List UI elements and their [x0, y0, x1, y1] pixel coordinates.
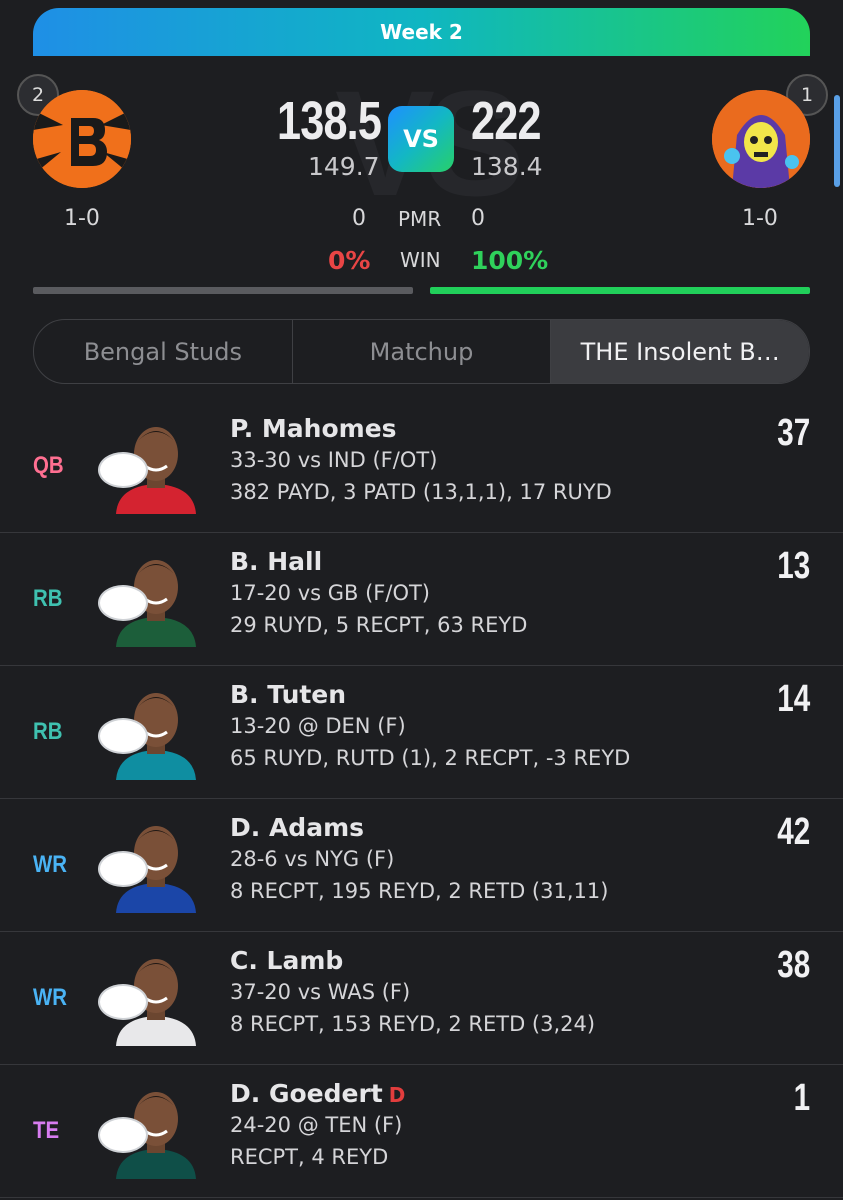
player-name[interactable]: D. Goedert — [230, 1079, 383, 1108]
player-game-result: 17-20 vs GB (F/OT) — [230, 581, 430, 605]
right-team-rank: 1 — [800, 84, 814, 106]
week-label: Week 2 — [380, 20, 463, 44]
player-row[interactable]: QB P. Mahomes 33-30 vs IND (F/OT) 382 PAYD,… — [0, 400, 843, 533]
tab-bengal-studs[interactable]: Bengal Studs — [34, 320, 293, 383]
skeletor-avatar-icon — [712, 90, 810, 188]
player-game-result: 24-20 @ TEN (F) — [230, 1113, 403, 1137]
left-team-projected: 149.7 — [308, 152, 380, 181]
team-tabs: Bengal Studs Matchup THE Insolent B… — [33, 319, 810, 384]
scroll-indicator[interactable] — [834, 95, 840, 187]
player-headshot[interactable] — [98, 680, 214, 780]
left-team-pmr: 0 — [352, 206, 366, 231]
player-stat-line: 8 RECPT, 153 REYD, 2 RETD (3,24) — [230, 1012, 596, 1036]
player-game-result: 28-6 vs NYG (F) — [230, 847, 395, 871]
player-name[interactable]: B. Hall — [230, 547, 322, 576]
player-stat-line: 8 RECPT, 195 REYD, 2 RETD (31,11) — [230, 879, 609, 903]
player-name[interactable]: C. Lamb — [230, 946, 343, 975]
bengals-logo-icon — [33, 90, 131, 188]
injury-status-badge: D — [388, 1083, 406, 1107]
jaguars-logo-icon — [98, 718, 148, 754]
right-team-pmr: 0 — [471, 206, 485, 231]
week-banner: Week 2 — [33, 8, 810, 56]
player-name-line[interactable]: D. Goedert D — [230, 1079, 405, 1108]
pmr-label: PMR — [398, 207, 442, 231]
position-label: WR — [33, 984, 67, 1011]
player-points: 14 — [777, 678, 810, 720]
player-stat-line: RECPT, 4 REYD — [230, 1145, 389, 1169]
player-name-line[interactable]: B. Tuten — [230, 680, 346, 709]
player-row[interactable]: TE D. Goedert D 24-20 @ TEN (F) RECPT, 4 REY… — [0, 1065, 843, 1198]
player-name-line[interactable]: C. Lamb — [230, 946, 343, 975]
player-game-result: 13-20 @ DEN (F) — [230, 714, 406, 738]
eagles-logo-icon — [98, 1117, 148, 1153]
player-name-line[interactable]: B. Hall — [230, 547, 322, 576]
player-game-result: 37-20 vs WAS (F) — [230, 980, 411, 1004]
player-name-line[interactable]: P. Mahomes — [230, 414, 397, 443]
position-label: RB — [33, 585, 63, 612]
player-name[interactable]: P. Mahomes — [230, 414, 397, 443]
left-team-rank: 2 — [31, 84, 45, 106]
right-team-score: 222 — [471, 91, 541, 151]
left-team-avatar[interactable] — [33, 90, 131, 188]
chiefs-logo-icon — [98, 452, 148, 488]
right-team-projected: 138.4 — [471, 152, 543, 181]
player-row[interactable]: WR C. Lamb 37-20 vs WAS (F) 8 RECPT, 153 RE… — [0, 932, 843, 1065]
player-headshot[interactable] — [98, 547, 214, 647]
left-team-win-pct: 0% — [328, 246, 371, 275]
right-win-bar — [430, 287, 810, 294]
player-points: 13 — [777, 545, 810, 587]
right-team-record: 1-0 — [742, 206, 778, 231]
player-name[interactable]: B. Tuten — [230, 680, 346, 709]
right-team-avatar[interactable] — [712, 90, 810, 188]
tab-insolent[interactable]: THE Insolent B… — [551, 320, 809, 383]
win-label: WIN — [400, 248, 441, 272]
player-headshot[interactable] — [98, 414, 214, 514]
player-game-result: 33-30 vs IND (F/OT) — [230, 448, 438, 472]
rams-logo-icon — [98, 851, 148, 887]
player-points: 38 — [777, 944, 810, 986]
player-headshot[interactable] — [98, 813, 214, 913]
player-name[interactable]: D. Adams — [230, 813, 364, 842]
player-row[interactable]: RB B. Tuten 13-20 @ DEN (F) 65 RUYD, RUTD (… — [0, 666, 843, 799]
left-win-bar — [33, 287, 413, 294]
left-team-record: 1-0 — [64, 206, 100, 231]
player-headshot[interactable] — [98, 1079, 214, 1179]
position-label: RB — [33, 718, 63, 745]
left-team-score: 138.5 — [277, 91, 382, 151]
player-row[interactable]: RB B. Hall 17-20 vs GB (F/OT) 29 RUYD, 5 RE… — [0, 533, 843, 666]
player-points: 42 — [777, 811, 810, 853]
position-label: WR — [33, 851, 67, 878]
player-points: 37 — [777, 412, 810, 454]
player-stat-line: 29 RUYD, 5 RECPT, 63 REYD — [230, 613, 528, 637]
cowboys-logo-icon — [98, 984, 148, 1020]
player-stat-line: 65 RUYD, RUTD (1), 2 RECPT, -3 REYD — [230, 746, 631, 770]
vs-badge: VS — [388, 106, 454, 172]
tab-matchup[interactable]: Matchup — [293, 320, 552, 383]
jets-logo-icon — [98, 585, 148, 621]
player-stat-line: 382 PAYD, 3 PATD (13,1,1), 17 RUYD — [230, 480, 612, 504]
player-headshot[interactable] — [98, 946, 214, 1046]
position-label: QB — [33, 452, 64, 479]
vs-badge-label: VS — [403, 125, 439, 153]
player-row[interactable]: WR D. Adams 28-6 vs NYG (F) 8 RECPT, 195 RE… — [0, 799, 843, 932]
player-points: 1 — [793, 1077, 810, 1119]
position-label: TE — [33, 1117, 60, 1144]
player-name-line[interactable]: D. Adams — [230, 813, 364, 842]
right-team-win-pct: 100% — [471, 246, 549, 275]
